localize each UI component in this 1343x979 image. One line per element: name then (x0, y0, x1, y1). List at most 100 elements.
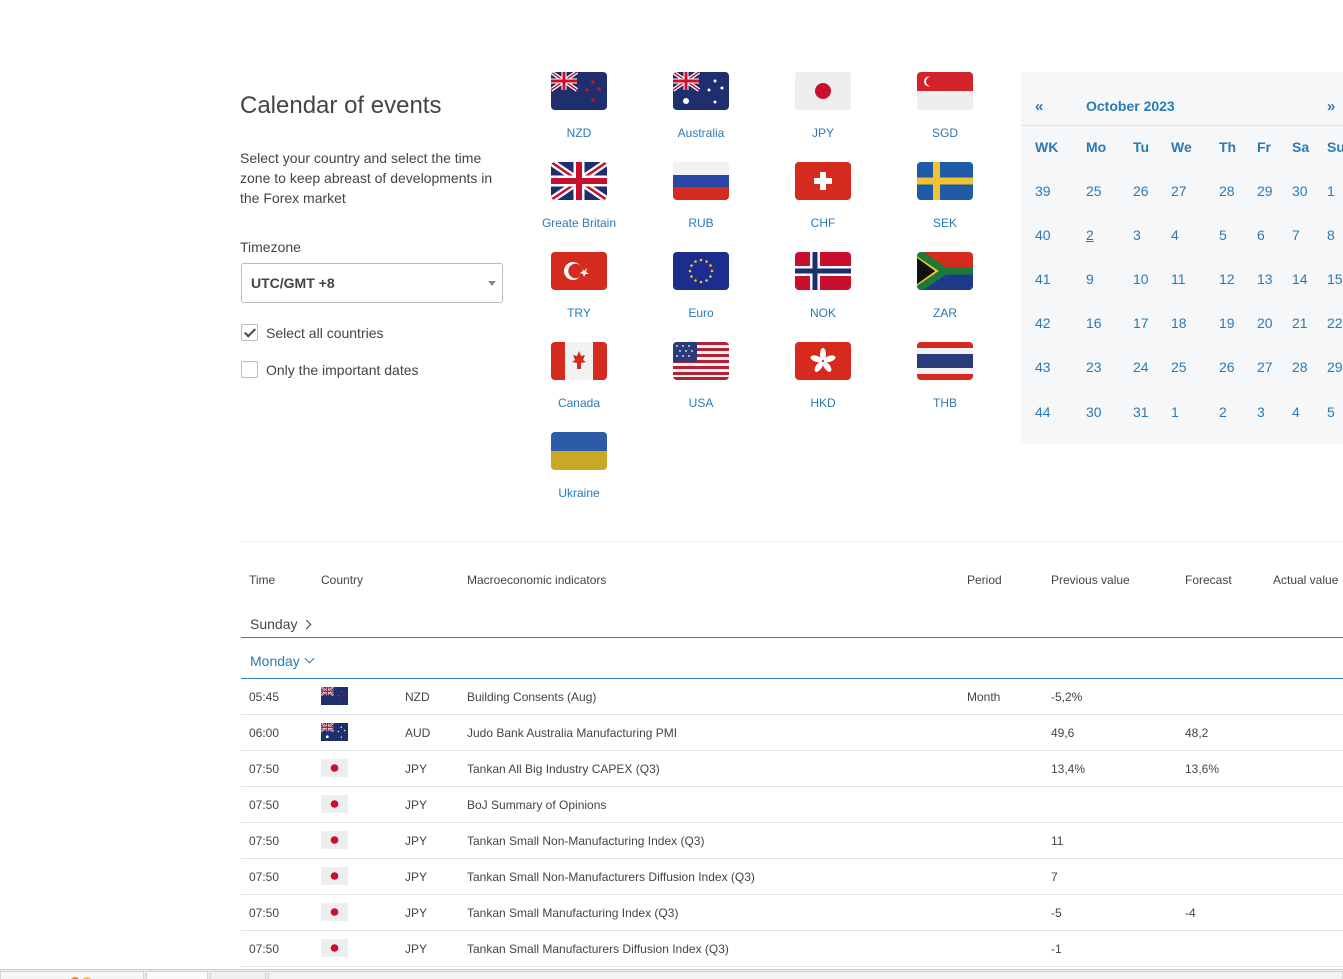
calendar-day[interactable]: 26 (1219, 359, 1235, 375)
calendar-day[interactable]: 27 (1171, 183, 1187, 199)
calendar-day[interactable]: 26 (1133, 183, 1149, 199)
calendar-day[interactable]: 5 (1327, 404, 1335, 420)
country-option[interactable]: Ukraine (534, 432, 624, 500)
table-row[interactable]: 06:00 AUD Judo Bank Australia Manufacturin… (241, 715, 1343, 751)
calendar-day[interactable]: 28 (1292, 359, 1308, 375)
day-toggle-sunday[interactable]: Sunday (241, 606, 1343, 638)
calendar-day[interactable]: 6 (1257, 227, 1265, 243)
calendar-day[interactable]: 20 (1257, 315, 1273, 331)
jp-flag-icon (795, 72, 851, 110)
table-row[interactable]: 07:50 JPY Tankan Small Non-Manufacturing I… (241, 823, 1343, 859)
country-option[interactable]: RUB (656, 162, 746, 230)
calendar-day[interactable]: 12 (1219, 271, 1235, 287)
timezone-select[interactable]: UTC/GMT +8 (241, 263, 503, 303)
app-icon (71, 977, 91, 979)
jp-flag-icon (321, 867, 348, 885)
calendar-day[interactable]: 18 (1171, 315, 1187, 331)
country-option[interactable]: CHF (778, 162, 868, 230)
calendar-day[interactable]: 2 (1219, 404, 1227, 420)
flag-image (673, 72, 729, 110)
day-toggle-monday[interactable]: Monday (241, 638, 1343, 679)
flag-image (673, 342, 729, 380)
important-dates-checkbox[interactable] (241, 361, 258, 378)
country-option[interactable]: NZD (534, 72, 624, 140)
calendar-day[interactable]: 9 (1086, 271, 1094, 287)
select-all-checkbox[interactable] (241, 324, 258, 341)
calendar-day[interactable]: 1 (1327, 183, 1335, 199)
calendar-day[interactable]: 14 (1292, 271, 1308, 287)
header-actual: Actual value (1273, 573, 1339, 587)
event-time: 07:50 (249, 870, 280, 884)
calendar-day[interactable]: 10 (1133, 271, 1149, 287)
calendar-day[interactable]: 21 (1292, 315, 1308, 331)
calendar-day[interactable]: 1 (1171, 404, 1179, 420)
calendar-day[interactable]: 28 (1219, 183, 1235, 199)
calendar-day[interactable]: 30 (1292, 183, 1308, 199)
country-option[interactable]: USA (656, 342, 746, 410)
event-indicator: Building Consents (Aug) (467, 690, 597, 704)
country-option[interactable]: Greate Britain (534, 162, 624, 230)
country-option[interactable]: TRY (534, 252, 624, 320)
taskbar-button[interactable] (0, 971, 144, 979)
calendar-day[interactable]: 17 (1133, 315, 1149, 331)
table-row[interactable]: 07:50 JPY Tankan All Big Industry CAPEX (Q… (241, 751, 1343, 787)
only-important-dates[interactable]: Only the important dates (241, 361, 419, 378)
calendar-month-title: October 2023 (1086, 98, 1175, 114)
country-option[interactable]: SGD (900, 72, 990, 140)
calendar-day[interactable]: 11 (1171, 271, 1186, 287)
country-label: Euro (688, 306, 714, 320)
calendar-day[interactable]: 3 (1257, 404, 1265, 420)
calendar-day[interactable]: 30 (1086, 404, 1102, 420)
country-option[interactable]: THB (900, 342, 990, 410)
se-flag-icon (917, 162, 973, 200)
flag-image (551, 72, 607, 110)
jp-flag-icon (321, 759, 348, 777)
calendar-week-header: WK (1035, 139, 1059, 155)
select-all-countries[interactable]: Select all countries (241, 324, 384, 341)
calendar-day[interactable]: 25 (1086, 183, 1102, 199)
country-option[interactable]: HKD (778, 342, 868, 410)
calendar-day[interactable]: 24 (1133, 359, 1149, 375)
table-row[interactable]: 07:50 JPY Tankan Small Manufacturing Index… (241, 895, 1343, 931)
calendar-day[interactable]: 2 (1086, 227, 1094, 243)
calendar-day[interactable]: 3 (1133, 227, 1141, 243)
calendar-day[interactable]: 5 (1219, 227, 1227, 243)
calendar-day[interactable]: 4 (1292, 404, 1300, 420)
taskbar-button[interactable] (146, 971, 208, 979)
calendar-day[interactable]: 19 (1219, 315, 1235, 331)
table-row[interactable]: 07:50 JPY Tankan Small Manufacturers Diffu… (241, 931, 1343, 967)
calendar-day[interactable]: 22 (1327, 315, 1343, 331)
event-time: 06:00 (249, 726, 280, 740)
calendar-day[interactable]: 31 (1133, 404, 1149, 420)
event-time: 07:50 (249, 834, 280, 848)
header-forecast: Forecast (1185, 573, 1232, 587)
header-previous: Previous value (1051, 573, 1130, 587)
calendar-next-button[interactable]: » (1327, 98, 1335, 115)
calendar-day[interactable]: 16 (1086, 315, 1102, 331)
calendar-prev-button[interactable]: « (1035, 98, 1043, 115)
country-option[interactable]: SEK (900, 162, 990, 230)
taskbar-button[interactable] (210, 971, 266, 979)
country-option[interactable]: Canada (534, 342, 624, 410)
country-option[interactable]: Euro (656, 252, 746, 320)
horizontal-scrollbar[interactable] (268, 971, 1343, 979)
calendar-day[interactable]: 4 (1171, 227, 1179, 243)
country-option[interactable]: ZAR (900, 252, 990, 320)
country-option[interactable]: Australia (656, 72, 746, 140)
country-option[interactable]: NOK (778, 252, 868, 320)
calendar-day[interactable]: 27 (1257, 359, 1273, 375)
calendar-day[interactable]: 29 (1257, 183, 1273, 199)
calendar-day[interactable]: 29 (1327, 359, 1343, 375)
au-flag-icon (320, 722, 348, 741)
table-row[interactable]: 05:45 NZD Building Consents (Aug) Month -5,2… (241, 679, 1343, 715)
calendar-day[interactable]: 15 (1327, 271, 1343, 287)
calendar-day[interactable]: 7 (1292, 227, 1300, 243)
calendar-day[interactable]: 13 (1257, 271, 1273, 287)
calendar-day[interactable]: 8 (1327, 227, 1335, 243)
event-previous-value: -1 (1051, 942, 1062, 956)
calendar-day[interactable]: 25 (1171, 359, 1187, 375)
table-row[interactable]: 07:50 JPY BoJ Summary of Opinions (241, 787, 1343, 823)
table-row[interactable]: 07:50 JPY Tankan Small Non-Manufacturers D… (241, 859, 1343, 895)
country-option[interactable]: JPY (778, 72, 868, 140)
calendar-day[interactable]: 23 (1086, 359, 1102, 375)
